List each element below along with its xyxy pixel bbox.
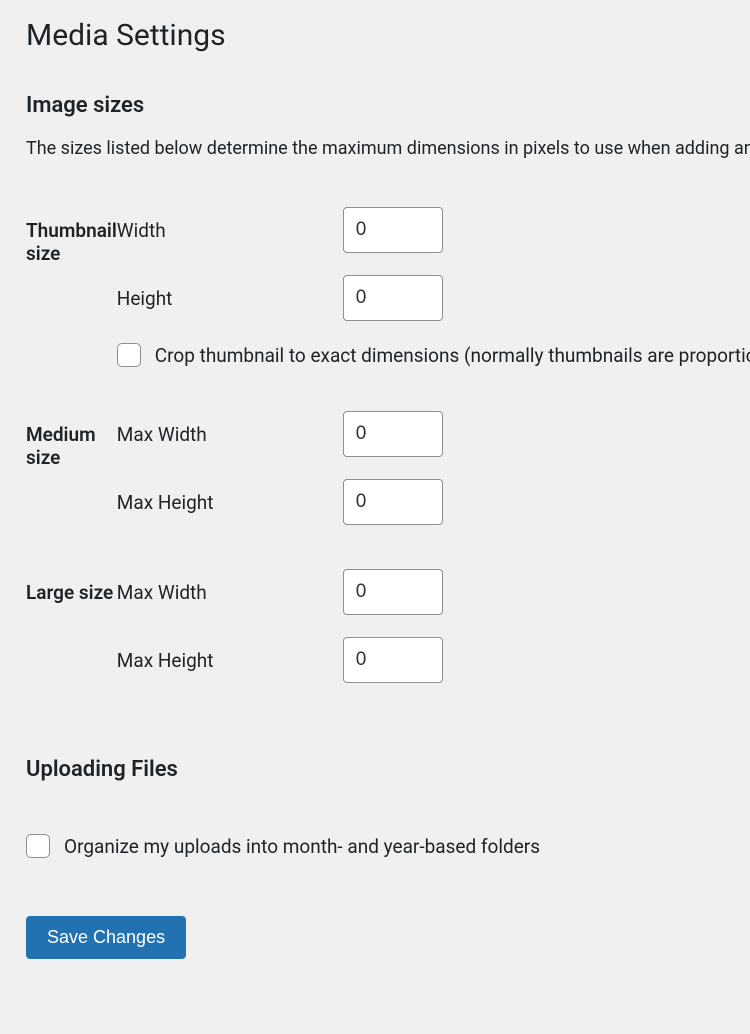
image-sizes-description: The sizes listed below determine the max…	[26, 138, 750, 159]
image-sizes-table: Thumbnail size Width Height Crop thumbna…	[26, 207, 750, 727]
medium-max-height-input[interactable]	[343, 479, 443, 525]
large-max-width-input[interactable]	[343, 569, 443, 615]
thumbnail-crop-checkbox[interactable]	[117, 343, 141, 367]
save-changes-button[interactable]: Save Changes	[26, 916, 186, 959]
medium-group-label: Medium size	[26, 411, 117, 569]
thumbnail-height-input[interactable]	[343, 275, 443, 321]
large-max-width-label: Max Width	[117, 581, 343, 604]
large-max-height-input[interactable]	[343, 637, 443, 683]
organize-uploads-checkbox[interactable]	[26, 834, 50, 858]
medium-max-height-label: Max Height	[117, 491, 343, 514]
page-title: Media Settings	[26, 18, 750, 53]
thumbnail-group-label: Thumbnail size	[26, 207, 117, 411]
large-max-height-label: Max Height	[117, 649, 343, 672]
thumbnail-width-label: Width	[117, 219, 343, 242]
thumbnail-height-label: Height	[117, 287, 343, 310]
medium-max-width-label: Max Width	[117, 423, 343, 446]
medium-max-width-input[interactable]	[343, 411, 443, 457]
organize-uploads-label: Organize my uploads into month- and year…	[64, 835, 540, 858]
thumbnail-crop-label: Crop thumbnail to exact dimensions (norm…	[155, 344, 750, 367]
large-group-label: Large size	[26, 569, 117, 727]
image-sizes-heading: Image sizes	[26, 93, 750, 118]
uploading-files-heading: Uploading Files	[26, 757, 750, 782]
thumbnail-width-input[interactable]	[343, 207, 443, 253]
